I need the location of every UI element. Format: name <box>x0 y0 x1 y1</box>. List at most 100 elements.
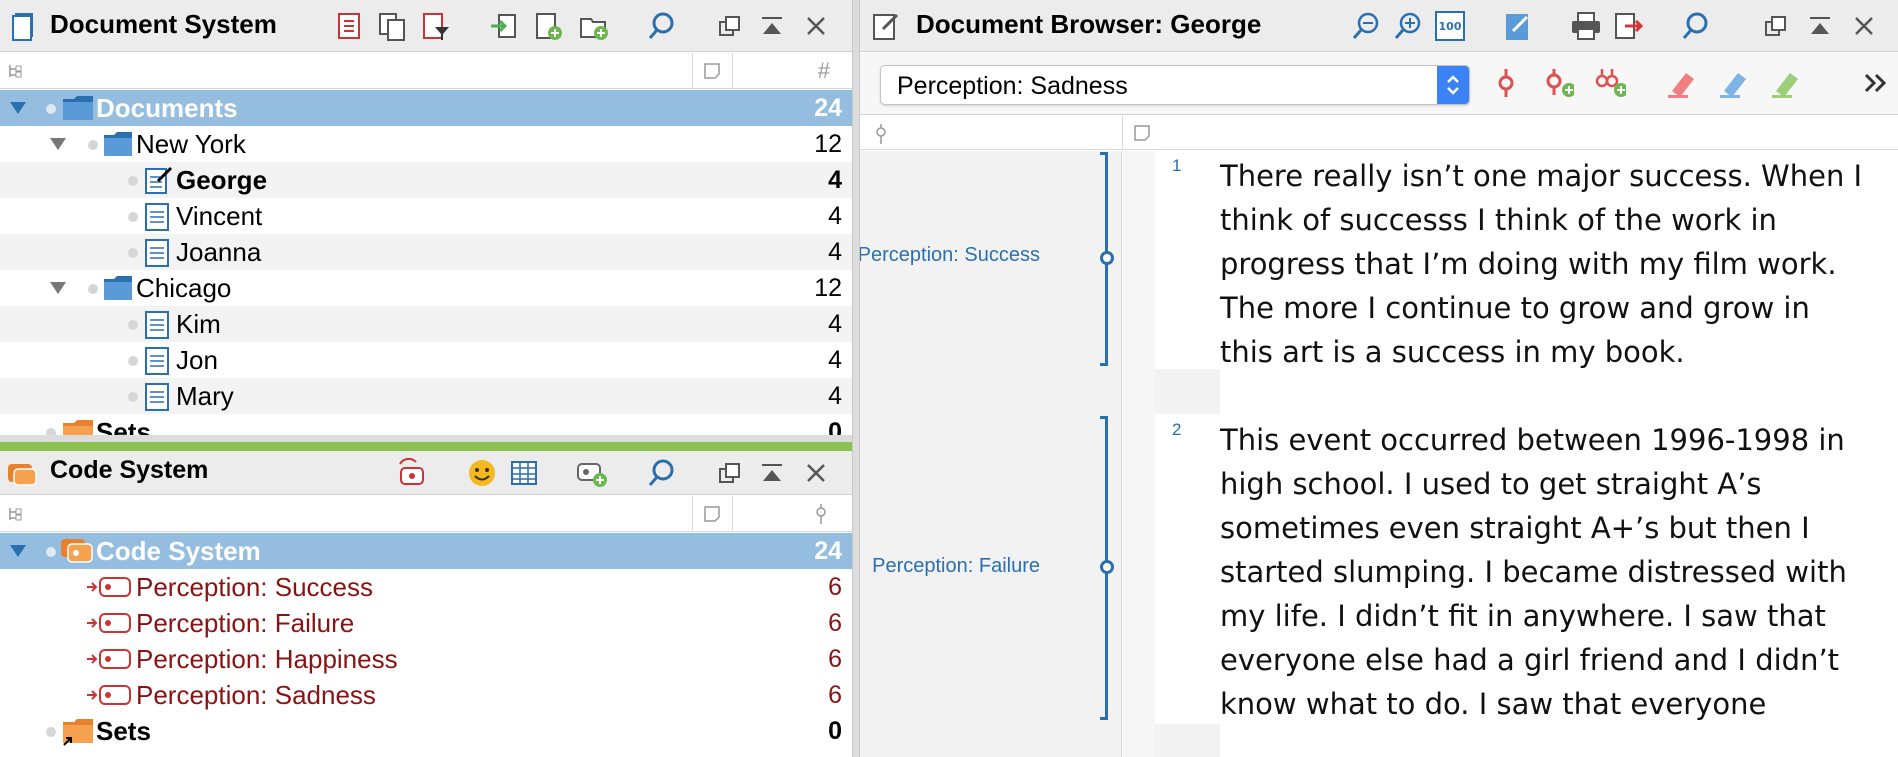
tree-label: Perception: Failure <box>136 608 355 638</box>
text-line: There really isn’t one major success. Wh… <box>1220 159 1863 193</box>
code-row-sets[interactable]: Sets 0 <box>0 713 852 749</box>
maximize-icon[interactable] <box>756 10 788 42</box>
tree-row-kim[interactable]: Kim 4 <box>0 306 852 342</box>
tree-row-george[interactable]: George 4 <box>0 162 852 198</box>
tree-row-joanna[interactable]: Joanna 4 <box>0 234 852 270</box>
status-dot <box>88 140 98 150</box>
undock-icon[interactable] <box>714 10 746 42</box>
coding-stripe-label[interactable]: Perception: Failure <box>872 555 1040 578</box>
zoom-100-icon[interactable]: 100 <box>1434 10 1466 42</box>
document-icon <box>144 237 172 274</box>
memo-column[interactable] <box>692 496 732 532</box>
tree-count: 6 <box>828 609 842 637</box>
undock-icon[interactable] <box>1760 10 1792 42</box>
tree-row-vincent[interactable]: Vincent 4 <box>0 198 852 234</box>
code-row-perception-failure[interactable]: Perception: Failure 6 <box>0 605 852 641</box>
coding-stripe-knob[interactable] <box>1100 560 1114 574</box>
status-dot <box>128 356 138 366</box>
tree-count: 4 <box>828 382 842 410</box>
code-row-perception-happiness[interactable]: Perception: Happiness 6 <box>0 641 852 677</box>
document-icon <box>144 381 172 418</box>
highlighter-green-icon[interactable] <box>1770 67 1802 99</box>
tree-icon <box>8 506 24 527</box>
text-line: know what to do. I saw that everyone <box>1220 687 1767 721</box>
code-segment-icon[interactable] <box>1490 67 1522 99</box>
code-row-perception-success[interactable]: Perception: Success 6 <box>0 569 852 605</box>
code-system-icon <box>60 536 94 571</box>
code-new-code-icon[interactable] <box>1542 67 1574 99</box>
active-divider <box>0 442 852 451</box>
tree-row-mary[interactable]: Mary 4 <box>0 378 852 414</box>
highlighter-blue-icon[interactable] <box>1718 67 1750 99</box>
document-edit-icon <box>870 10 902 42</box>
expand-triangle-icon[interactable] <box>10 102 26 114</box>
new-code-icon[interactable] <box>576 457 608 489</box>
paragraph-gap <box>1155 724 1220 757</box>
status-dot <box>128 176 138 186</box>
emoticode-icon[interactable] <box>466 457 498 489</box>
memo-column[interactable] <box>1122 116 1898 150</box>
vertical-splitter[interactable] <box>852 0 860 757</box>
more-chevron-icon[interactable] <box>1860 67 1892 99</box>
tree-row-chicago[interactable]: Chicago 12 <box>0 270 852 306</box>
code-row-code-system[interactable]: Code System 24 <box>0 533 852 569</box>
expand-triangle-icon[interactable] <box>10 545 26 557</box>
tree-row-new-york[interactable]: New York 12 <box>0 126 852 162</box>
code-dropdown[interactable]: Perception: Sadness <box>880 65 1470 105</box>
maximize-icon[interactable] <box>1804 10 1836 42</box>
tree-row-sets[interactable]: Sets 0 <box>0 414 852 435</box>
code-arrow-tag-icon <box>86 611 134 642</box>
activate-docs-icon[interactable] <box>334 10 366 42</box>
highlighter-red-icon[interactable] <box>1666 67 1698 99</box>
code-row-perception-sadness[interactable]: Perception: Sadness 6 <box>0 677 852 713</box>
folder-icon <box>103 273 133 308</box>
print-icon[interactable] <box>1570 10 1602 42</box>
status-dot <box>46 727 56 737</box>
document-system-title: Document System <box>50 9 277 39</box>
search-icon[interactable] <box>646 10 678 42</box>
tree-row-documents[interactable]: Documents 24 <box>0 90 852 126</box>
count-column[interactable]: # <box>732 53 852 89</box>
coded-segments-column[interactable] <box>732 496 852 532</box>
text-line: my life. I didn’t fit in anywhere. I saw… <box>1220 599 1826 633</box>
tree-count: 24 <box>814 537 842 565</box>
maximize-icon[interactable] <box>756 457 788 489</box>
expand-triangle-icon[interactable] <box>50 282 66 294</box>
paragraph-text[interactable]: This event occurred between 1996-1998 in… <box>1220 418 1847 726</box>
close-icon[interactable] <box>800 457 832 489</box>
search-icon[interactable] <box>646 457 678 489</box>
text-line: This event occurred between 1996-1998 in <box>1220 423 1845 457</box>
zoom-out-icon[interactable] <box>1350 10 1382 42</box>
zoom-in-icon[interactable] <box>1392 10 1424 42</box>
tree-count: 6 <box>828 573 842 601</box>
memo-column[interactable] <box>692 53 732 89</box>
paragraph-text[interactable]: There really isn’t one major success. Wh… <box>1220 154 1862 374</box>
export-icon[interactable] <box>1612 10 1644 42</box>
copy-docs-icon[interactable] <box>376 10 408 42</box>
close-icon[interactable] <box>1848 10 1880 42</box>
edit-mode-icon[interactable] <box>1502 10 1534 42</box>
tree-count: 12 <box>814 274 842 302</box>
filter-docs-icon[interactable] <box>420 10 452 42</box>
search-icon[interactable] <box>1680 10 1712 42</box>
tree-count: 4 <box>828 310 842 338</box>
new-document-icon[interactable] <box>532 10 564 42</box>
horizontal-splitter[interactable] <box>0 435 852 442</box>
expand-triangle-icon[interactable] <box>50 138 66 150</box>
import-icon[interactable] <box>488 10 520 42</box>
tree-label: Documents <box>96 93 238 123</box>
coding-stripe-area <box>860 151 1122 757</box>
coding-stripe-knob[interactable] <box>1100 251 1114 265</box>
code-system-toolbar: Code System <box>0 451 852 495</box>
coding-stripe-label[interactable]: Perception: Success <box>860 244 1040 267</box>
new-folder-icon[interactable] <box>578 10 610 42</box>
reset-codes-icon[interactable] <box>396 457 428 489</box>
tree-row-jon[interactable]: Jon 4 <box>0 342 852 378</box>
close-icon[interactable] <box>800 10 832 42</box>
paragraph-number: 1 <box>1172 156 1182 175</box>
undock-icon[interactable] <box>714 457 746 489</box>
code-in-vivo-icon[interactable] <box>1594 67 1626 99</box>
code-matrix-icon[interactable] <box>508 457 540 489</box>
document-icon <box>144 345 172 382</box>
tree-label: Sets <box>96 716 151 746</box>
